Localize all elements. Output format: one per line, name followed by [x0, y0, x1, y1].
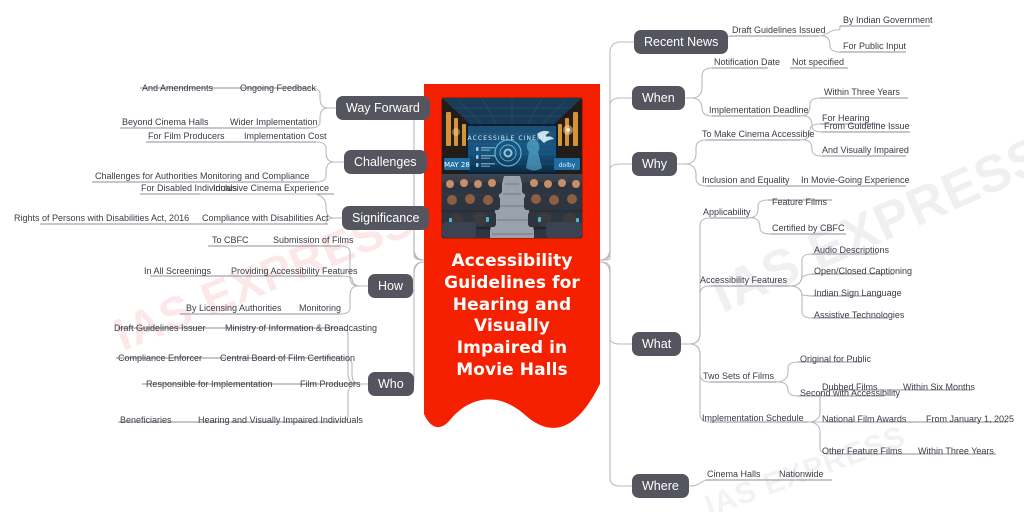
branch-significance[interactable]: Significance: [342, 206, 430, 230]
leaf-feature-films[interactable]: Feature Films: [772, 197, 827, 208]
leaf-beneficiaries[interactable]: Beneficiaries: [120, 415, 172, 426]
leaf-providing-accessibility-features[interactable]: Providing Accessibility Features: [231, 266, 358, 277]
leaf-monitoring-and-compliance[interactable]: Monitoring and Compliance: [200, 171, 310, 182]
leaf-implementation-deadline[interactable]: Implementation Deadline: [709, 105, 809, 116]
leaf-notification-date[interactable]: Notification Date: [714, 57, 780, 68]
leaf-implementation-cost[interactable]: Implementation Cost: [244, 131, 327, 142]
leaf-audio-descriptions[interactable]: Audio Descriptions: [814, 245, 889, 256]
leaf-responsible-for-implementation[interactable]: Responsible for Implementation: [146, 379, 273, 390]
branch-when[interactable]: When: [632, 86, 685, 110]
leaf-within-three-years-2[interactable]: Within Three Years: [918, 446, 994, 457]
leaf-for-disabled-individuals[interactable]: For Disabled Individuals: [141, 183, 237, 194]
leaf-for-film-producers[interactable]: For Film Producers: [148, 131, 225, 142]
branch-challenges[interactable]: Challenges: [344, 150, 427, 174]
cinema-illustration: ACCESSIBLE CINEMA MAY 28 dolby: [442, 98, 582, 238]
branch-why[interactable]: Why: [632, 152, 677, 176]
leaf-applicability[interactable]: Applicability: [703, 207, 751, 218]
center-node[interactable]: ACCESSIBLE CINEMA MAY 28 dolby Accessibi…: [424, 84, 600, 436]
branch-how[interactable]: How: [368, 274, 414, 298]
leaf-original-for-public[interactable]: Original for Public: [800, 354, 871, 365]
leaf-and-amendments[interactable]: And Amendments: [142, 83, 213, 94]
leaf-central-board-of-film-certification[interactable]: Central Board of Film Certification: [220, 353, 355, 364]
mindmap-canvas: IAS EXPRESS IAS EXPRESS IAS EXPRESS ACCE…: [0, 0, 1024, 512]
leaf-for-public-input[interactable]: For Public Input: [843, 41, 906, 52]
branch-what[interactable]: What: [632, 332, 682, 356]
leaf-inclusion-and-equality[interactable]: Inclusion and Equality: [702, 175, 790, 186]
leaf-compliance-enforcer[interactable]: Compliance Enforcer: [118, 353, 202, 364]
leaf-to-cbfc[interactable]: To CBFC: [212, 235, 249, 246]
leaf-compliance-with-disabilities-act[interactable]: Compliance with Disabilities Act: [202, 213, 329, 224]
leaf-nationwide[interactable]: Nationwide: [779, 469, 824, 480]
leaf-wider-implementation[interactable]: Wider Implementation: [230, 117, 318, 128]
svg-text:MAY 28: MAY 28: [444, 161, 470, 169]
leaf-beyond-cinema-halls[interactable]: Beyond Cinema Halls: [122, 117, 209, 128]
leaf-national-film-awards[interactable]: National Film Awards: [822, 414, 906, 425]
leaf-by-licensing-authorities[interactable]: By Licensing Authorities: [186, 303, 282, 314]
leaf-by-indian-government[interactable]: By Indian Government: [843, 15, 933, 26]
leaf-film-producers[interactable]: Film Producers: [300, 379, 361, 390]
leaf-accessibility-features[interactable]: Accessibility Features: [700, 275, 787, 286]
leaf-other-feature-films[interactable]: Other Feature Films: [822, 446, 902, 457]
leaf-dubbed-films[interactable]: Dubbed Films: [822, 382, 878, 393]
leaf-certified-by-cbfc[interactable]: Certified by CBFC: [772, 223, 845, 234]
leaf-ministry-of-information[interactable]: Ministry of Information & Broadcasting: [225, 323, 377, 334]
leaf-to-make-cinema-accessible[interactable]: To Make Cinema Accessible: [702, 129, 815, 140]
center-title: Accessibility Guidelines for Hearing and…: [444, 251, 580, 380]
leaf-assistive-technologies[interactable]: Assistive Technologies: [814, 310, 904, 321]
leaf-in-movie-going-experience[interactable]: In Movie-Going Experience: [801, 175, 910, 186]
branch-way-forward[interactable]: Way Forward: [336, 96, 430, 120]
leaf-cinema-halls[interactable]: Cinema Halls: [707, 469, 761, 480]
leaf-not-specified[interactable]: Not specified: [792, 57, 844, 68]
leaf-for-hearing[interactable]: For Hearing: [822, 113, 870, 124]
leaf-implementation-schedule[interactable]: Implementation Schedule: [702, 413, 804, 424]
leaf-open-closed-captioning[interactable]: Open/Closed Captioning: [814, 266, 912, 277]
leaf-hearing-visually-impaired-individuals[interactable]: Hearing and Visually Impaired Individual…: [198, 415, 363, 426]
leaf-in-all-screenings[interactable]: In All Screenings: [144, 266, 211, 277]
svg-text:dolby: dolby: [559, 162, 576, 169]
leaf-draft-guidelines-issuer[interactable]: Draft Guidelines Issuer: [114, 323, 206, 334]
leaf-two-sets-of-films[interactable]: Two Sets of Films: [703, 371, 774, 382]
leaf-ongoing-feedback[interactable]: Ongoing Feedback: [240, 83, 316, 94]
leaf-from-january-1-2025[interactable]: From January 1, 2025: [926, 414, 1014, 425]
branch-where[interactable]: Where: [632, 474, 689, 498]
leaf-indian-sign-language[interactable]: Indian Sign Language: [814, 288, 902, 299]
leaf-rights-of-persons-act-2016[interactable]: Rights of Persons with Disabilities Act,…: [14, 213, 189, 224]
leaf-and-visually-impaired[interactable]: And Visually Impaired: [822, 145, 909, 156]
leaf-draft-guidelines-issued[interactable]: Draft Guidelines Issued: [732, 25, 826, 36]
branch-who[interactable]: Who: [368, 372, 414, 396]
leaf-monitoring[interactable]: Monitoring: [299, 303, 341, 314]
leaf-within-six-months[interactable]: Within Six Months: [903, 382, 975, 393]
leaf-submission-of-films[interactable]: Submission of Films: [273, 235, 354, 246]
svg-text:ACCESSIBLE CINEMA: ACCESSIBLE CINEMA: [468, 135, 549, 142]
branch-recent-news[interactable]: Recent News: [634, 30, 729, 54]
leaf-challenges-for-authorities[interactable]: Challenges for Authorities: [95, 171, 198, 182]
leaf-within-three-years[interactable]: Within Three Years: [824, 87, 900, 98]
